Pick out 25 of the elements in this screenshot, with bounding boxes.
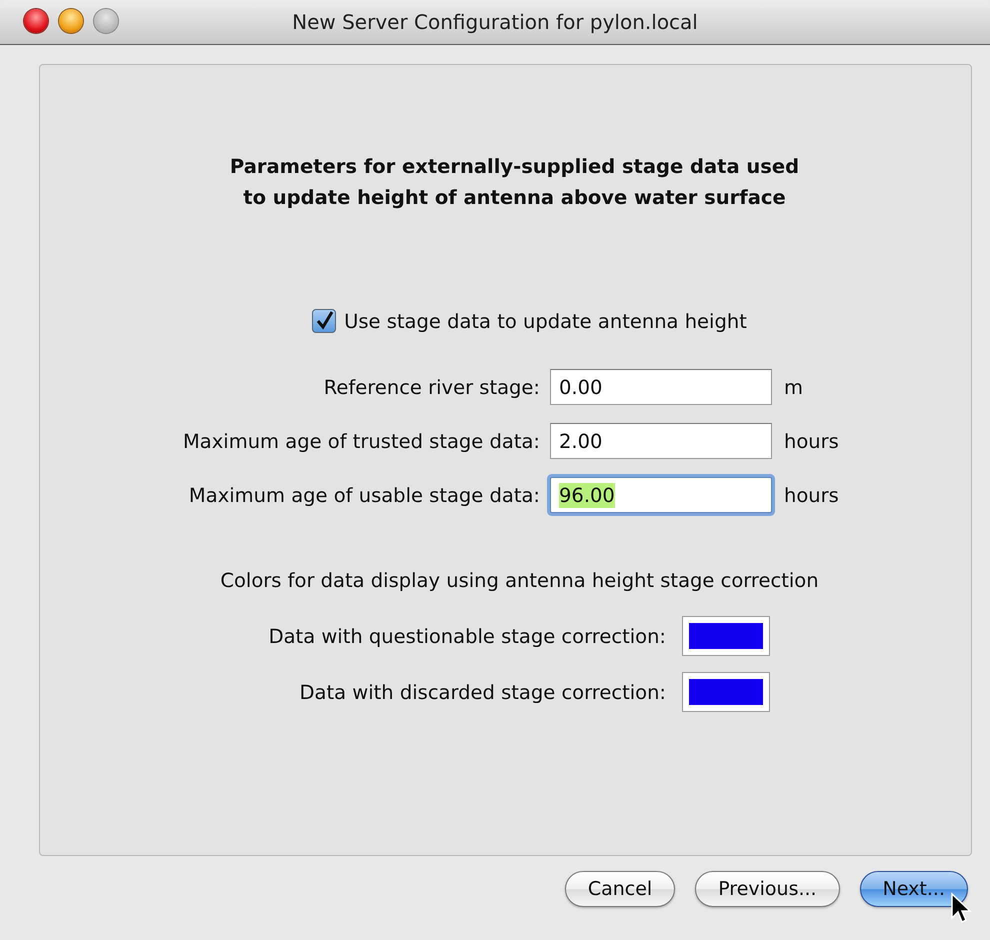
unit-label: hours	[783, 430, 840, 452]
input-field[interactable]: 2.00	[550, 423, 772, 459]
minimize-button[interactable]	[59, 9, 83, 33]
section-heading: Colors for data display using antenna height stage correction	[220, 569, 819, 592]
input-field[interactable]: 96.00	[550, 477, 772, 513]
field-label: Data with questionable stage correction:	[268, 624, 666, 648]
zoom-button[interactable]	[94, 9, 118, 33]
color-well[interactable]	[682, 672, 770, 712]
input-field[interactable]: 0.00	[550, 369, 772, 405]
color-well[interactable]	[682, 616, 770, 656]
push-button[interactable]: Previous...	[695, 871, 840, 907]
unit-label: m	[783, 376, 804, 398]
field-label: Maximum age of trusted stage data:	[182, 430, 540, 452]
window-title: New Server Configuration for pylon.local	[292, 10, 698, 34]
close-button[interactable]	[24, 9, 48, 33]
default-button[interactable]: Next...	[860, 871, 968, 907]
field-label: Maximum age of usable stage data:	[188, 484, 540, 506]
field-label: Data with discarded stage correction:	[298, 680, 666, 704]
section-heading: Parameters for externally-supplied stage data used to update height of antenna above water surface	[228, 154, 800, 211]
field-label: Reference river stage:	[322, 376, 540, 398]
push-button[interactable]: Cancel	[564, 871, 676, 907]
checkbox-label: Use stage data to update antenna height	[344, 310, 747, 332]
unit-label: hours	[783, 484, 840, 506]
checkbox[interactable]	[312, 309, 336, 333]
mouse-pointer-icon	[950, 892, 972, 924]
